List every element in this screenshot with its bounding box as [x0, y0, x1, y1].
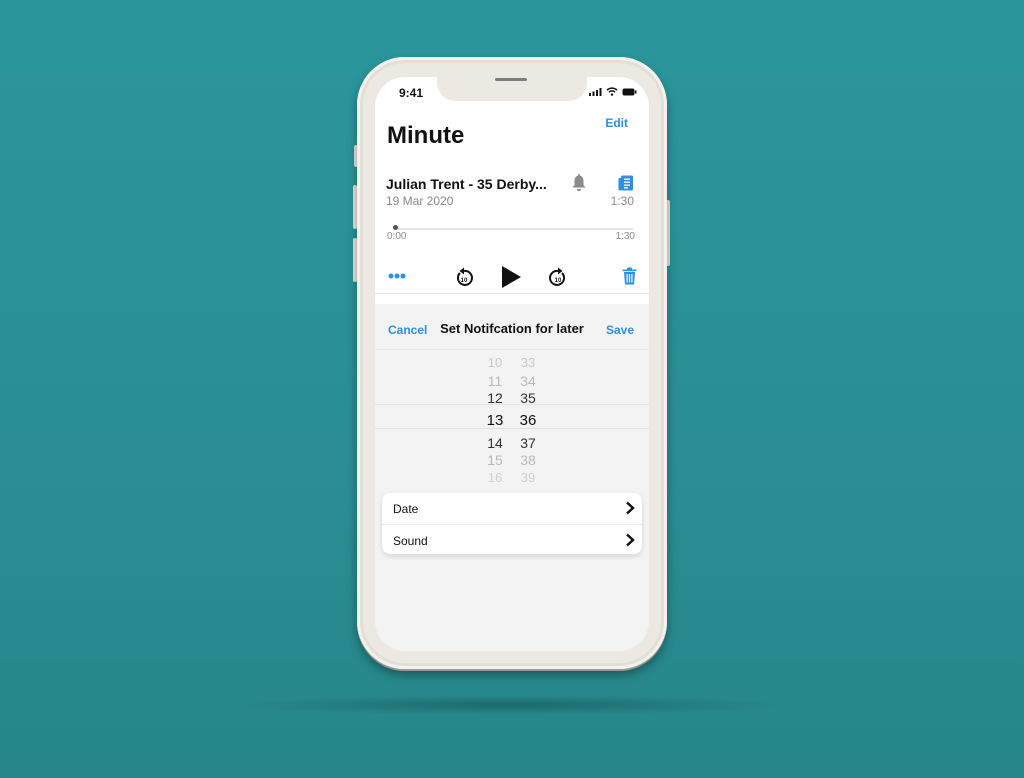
notification-options: Date Sound	[382, 493, 642, 554]
picker-minute-selected[interactable]: 36	[513, 412, 543, 429]
transcript-icon[interactable]	[618, 175, 634, 191]
trash-icon[interactable]	[622, 267, 637, 285]
chevron-right-icon	[626, 501, 635, 515]
option-date-label: Date	[393, 502, 419, 516]
recording-duration: 1:30	[610, 194, 634, 208]
picker-hour-option[interactable]: 16	[480, 470, 510, 485]
svg-text:10: 10	[555, 278, 562, 284]
playback-scrubber[interactable]	[395, 228, 633, 230]
scrubber-handle[interactable]	[393, 225, 398, 230]
phone-screen: 9:41 Edit Minute Julian Trent - 35 Derby…	[375, 77, 649, 651]
picker-minute-option[interactable]: 37	[513, 435, 543, 451]
picker-hour-option[interactable]: 12	[480, 390, 510, 406]
status-icons	[589, 87, 637, 96]
picker-minute-option[interactable]: 35	[513, 390, 543, 406]
picker-minute-option[interactable]: 39	[513, 470, 543, 485]
battery-icon	[622, 88, 637, 95]
svg-text:10: 10	[461, 278, 468, 284]
bell-icon[interactable]	[571, 174, 587, 192]
speaker	[495, 78, 527, 81]
elapsed-time: 0:00	[387, 231, 407, 242]
divider-band	[375, 294, 649, 304]
recording-date: 19 Mar 2020	[386, 194, 454, 208]
more-icon[interactable]	[388, 273, 406, 279]
option-sound[interactable]: Sound	[382, 524, 642, 554]
skip-forward-10-icon[interactable]: 10	[549, 267, 567, 287]
skip-back-10-icon[interactable]: 10	[455, 267, 473, 287]
page-title: Minute	[387, 122, 465, 149]
recording-panel: 9:41 Edit Minute Julian Trent - 35 Derby…	[375, 77, 649, 293]
picker-minute-option[interactable]: 34	[513, 373, 543, 389]
option-sound-label: Sound	[393, 534, 428, 548]
cellular-signal-icon	[589, 87, 602, 96]
option-date[interactable]: Date	[382, 493, 642, 523]
picker-minute-option[interactable]: 38	[513, 452, 543, 468]
total-time: 1:30	[615, 231, 635, 242]
picker-hour-option[interactable]: 14	[480, 435, 510, 451]
picker-hour-selected[interactable]: 13	[480, 412, 510, 429]
picker-hour-option[interactable]: 11	[480, 373, 510, 389]
sheet-header: Cancel Set Notifcation for later Save	[375, 308, 649, 350]
edit-button[interactable]: Edit	[605, 116, 628, 130]
floor-shadow	[230, 695, 790, 715]
save-button[interactable]: Save	[606, 323, 634, 337]
time-picker[interactable]: 10 11 12 13 14 15 16 33 34 35 36 37 38 3…	[375, 351, 649, 491]
picker-hour-option[interactable]: 10	[480, 355, 510, 370]
play-icon[interactable]	[500, 265, 522, 289]
wifi-icon	[606, 87, 618, 96]
status-time: 9:41	[399, 86, 424, 100]
picker-hour-option[interactable]: 15	[480, 452, 510, 468]
recording-title[interactable]: Julian Trent - 35 Derby...	[386, 176, 547, 192]
chevron-right-icon	[626, 533, 635, 547]
picker-minute-option[interactable]: 33	[513, 355, 543, 370]
picker-selection-band	[375, 404, 649, 429]
